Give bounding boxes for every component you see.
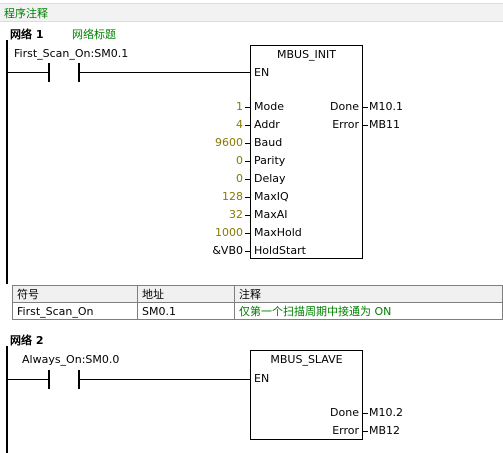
comment-cell[interactable]: 仅第一个扫描周期中接通为 ON (234, 302, 503, 320)
block-name: MBUS_INIT (276, 48, 336, 61)
contact-left-bar[interactable] (48, 370, 50, 389)
symbol-cell[interactable]: First_Scan_On (12, 302, 138, 320)
input-value[interactable]: 0 (190, 154, 243, 167)
pin-name: Error (332, 424, 359, 437)
pin-name: Delay (254, 172, 286, 185)
pin-name: Done (330, 100, 359, 113)
output-value[interactable]: MB12 (369, 424, 400, 437)
pin-line (245, 215, 250, 216)
pin-line (245, 107, 250, 108)
pin-line (245, 233, 250, 234)
address-column-header[interactable]: 地址 (137, 285, 235, 303)
comment-column-header[interactable]: 注释 (234, 285, 503, 303)
symbol-column-header[interactable]: 符号 (12, 285, 138, 303)
en-pin-label: EN (254, 66, 270, 79)
pin-name: Error (332, 118, 359, 131)
contact-left-bar[interactable] (48, 63, 50, 82)
pin-name: Parity (254, 154, 286, 167)
wire (8, 72, 48, 73)
pin-name: MaxHold (254, 226, 302, 239)
power-rail-network-1 (6, 40, 8, 284)
input-value[interactable]: 1 (190, 100, 243, 113)
output-value[interactable]: M10.1 (369, 100, 403, 113)
network-1-title[interactable]: 网络标题 (72, 26, 116, 42)
pin-line (363, 431, 368, 432)
pin-name: HoldStart (254, 244, 306, 257)
pin-line (245, 125, 250, 126)
pin-name: Done (330, 406, 359, 419)
pin-line (245, 143, 250, 144)
input-value[interactable]: &VB0 (190, 244, 243, 257)
en-pin-label: EN (254, 372, 270, 385)
pin-line (245, 179, 250, 180)
contact-label: First_Scan_On:SM0.1 (14, 47, 129, 60)
wire (8, 379, 48, 380)
pin-line (363, 125, 368, 126)
pin-line (245, 251, 250, 252)
network-2-label[interactable]: 网络 2 (10, 332, 43, 348)
pin-line (245, 197, 250, 198)
wire (80, 379, 250, 380)
network-1-label[interactable]: 网络 1 (10, 26, 43, 42)
output-value[interactable]: M10.2 (369, 406, 403, 419)
wire (80, 72, 250, 73)
input-value[interactable]: 0 (190, 172, 243, 185)
pin-name: Addr (254, 118, 280, 131)
pin-name: Mode (254, 100, 284, 113)
pin-name: MaxIQ (254, 190, 289, 203)
pin-name: Baud (254, 136, 283, 149)
address-cell[interactable]: SM0.1 (137, 302, 235, 320)
input-value[interactable]: 9600 (190, 136, 243, 149)
input-value[interactable]: 4 (190, 118, 243, 131)
symbol-table: 符号 地址 注释 First_Scan_On SM0.1 仅第一个扫描周期中接通… (12, 285, 503, 320)
pin-line (363, 413, 368, 414)
block-name: MBUS_SLAVE (270, 353, 343, 366)
contact-label: Always_On:SM0.0 (22, 353, 120, 366)
pin-line (245, 161, 250, 162)
output-value[interactable]: MB11 (369, 118, 400, 131)
input-value[interactable]: 32 (190, 208, 243, 221)
input-value[interactable]: 128 (190, 190, 243, 203)
table-row: First_Scan_On SM0.1 仅第一个扫描周期中接通为 ON (12, 302, 503, 320)
program-comment-title: 程序注释 (4, 7, 48, 20)
power-rail-network-2 (6, 346, 8, 453)
pin-line (363, 107, 368, 108)
pin-name: MaxAI (254, 208, 288, 221)
program-comment-bar[interactable] (0, 3, 503, 22)
input-value[interactable]: 1000 (190, 226, 243, 239)
